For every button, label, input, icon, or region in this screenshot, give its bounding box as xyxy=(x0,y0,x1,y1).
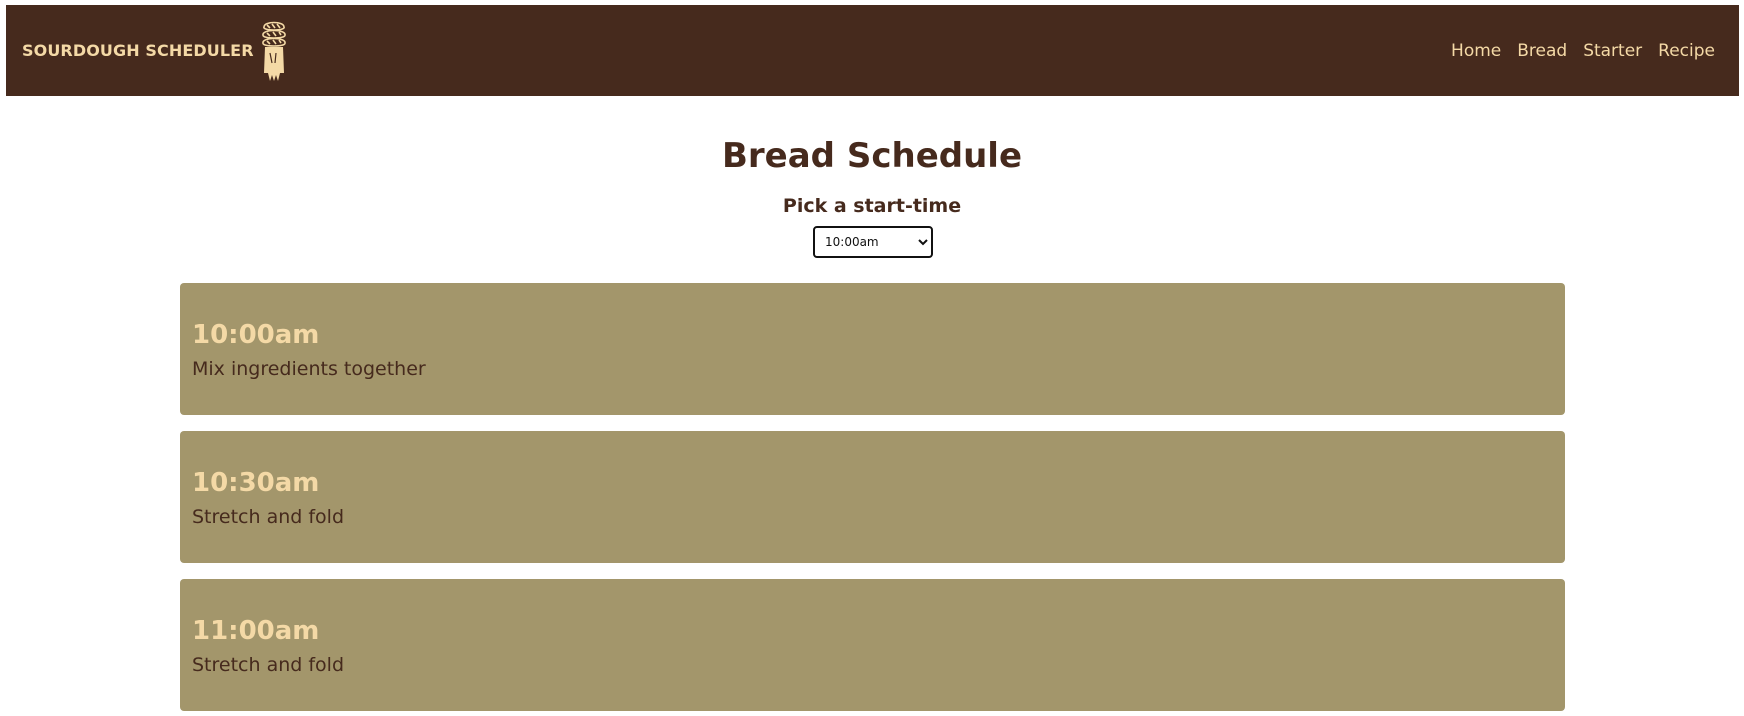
navbar: SOURDOUGH SCHEDULER Home Bread Starter R… xyxy=(6,5,1739,96)
schedule-step: Mix ingredients together xyxy=(192,358,426,380)
page-title: Bread Schedule xyxy=(721,136,1023,176)
schedule-time: 10:30am xyxy=(192,468,320,498)
schedule-card: 11:00am Stretch and fold xyxy=(180,579,1565,711)
schedule-card: 10:30am Stretch and fold xyxy=(180,431,1565,563)
page: SOURDOUGH SCHEDULER Home Bread Starter R… xyxy=(0,0,1744,716)
brand[interactable]: SOURDOUGH SCHEDULER xyxy=(22,5,254,96)
nav-link-recipe[interactable]: Recipe xyxy=(1658,41,1715,61)
schedule-step: Stretch and fold xyxy=(192,654,345,676)
schedule-step: Stretch and fold xyxy=(192,506,345,528)
nav-link-bread[interactable]: Bread xyxy=(1517,41,1567,61)
schedule-time: 11:00am xyxy=(192,616,320,646)
start-time-label: Pick a start-time xyxy=(782,195,962,217)
start-time-select[interactable]: 10:00am xyxy=(813,226,933,258)
nav-link-starter[interactable]: Starter xyxy=(1583,41,1642,61)
schedule-card: 10:00am Mix ingredients together xyxy=(180,283,1565,415)
nav-links: Home Bread Starter Recipe xyxy=(1451,5,1715,96)
start-time-select-wrap: 10:00am xyxy=(813,226,933,258)
nav-link-home[interactable]: Home xyxy=(1451,41,1501,61)
schedule-time: 10:00am xyxy=(192,320,320,350)
bread-loaf-icon xyxy=(262,21,286,81)
schedule-list: 10:00am Mix ingredients together 10:30am… xyxy=(180,283,1565,716)
brand-title[interactable]: SOURDOUGH SCHEDULER xyxy=(22,41,254,60)
